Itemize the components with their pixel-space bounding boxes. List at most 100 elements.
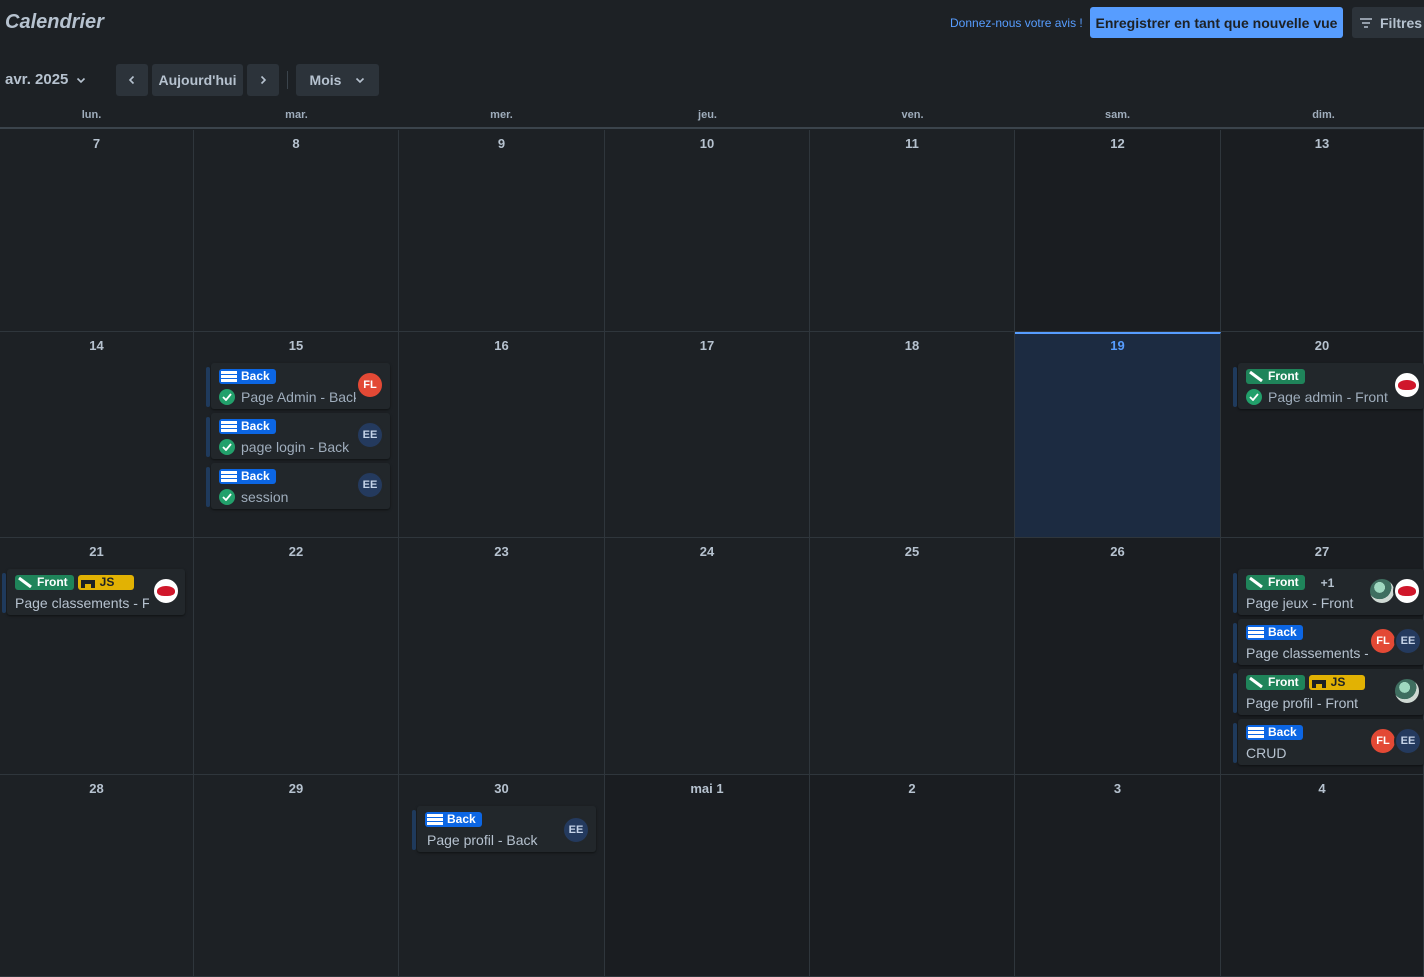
- day-cell[interactable]: 26: [1015, 538, 1221, 775]
- day-cell[interactable]: 25: [810, 538, 1015, 775]
- label-text: Front: [1268, 575, 1299, 589]
- day-cell[interactable]: 28: [0, 775, 194, 977]
- day-cell[interactable]: 4: [1221, 775, 1424, 977]
- card-labels: Front +1: [1246, 575, 1334, 590]
- day-number: 8: [292, 136, 300, 151]
- member-avatar[interactable]: FL: [356, 371, 384, 399]
- day-cell[interactable]: 13: [1221, 130, 1424, 332]
- card-title: session: [241, 489, 289, 505]
- day-cell[interactable]: mai 1: [605, 775, 810, 977]
- day-cell[interactable]: 8: [194, 130, 399, 332]
- member-avatar[interactable]: EE: [356, 421, 384, 449]
- label-text: Front: [37, 575, 68, 589]
- day-cell[interactable]: 22: [194, 538, 399, 775]
- day-cell[interactable]: 9: [399, 130, 605, 332]
- day-cell[interactable]: 10: [605, 130, 810, 332]
- label-text: Back: [241, 419, 270, 433]
- server-icon: [221, 421, 237, 432]
- card[interactable]: Back Page Admin - Back FL: [206, 363, 390, 409]
- day-cell[interactable]: 23: [399, 538, 605, 775]
- label-back[interactable]: Back: [1246, 725, 1303, 740]
- save-as-new-view-button[interactable]: Enregistrer en tant que nouvelle vue: [1090, 7, 1343, 38]
- weekday-label: lun.: [81, 109, 102, 121]
- label-back[interactable]: Back: [219, 419, 276, 434]
- label-js[interactable]: JS: [77, 575, 134, 590]
- label-front[interactable]: Front: [15, 575, 74, 590]
- card[interactable]: Back Page classements - FL EE: [1233, 619, 1424, 665]
- chevron-down-icon: [77, 77, 86, 83]
- month-picker[interactable]: avr. 2025: [5, 63, 86, 96]
- day-cell[interactable]: 12: [1015, 130, 1221, 332]
- label-js[interactable]: JS: [1308, 675, 1365, 690]
- header-bar: Calendrier Donnez-nous votre avis ! Enre…: [0, 0, 1424, 46]
- card[interactable]: Back Page profil - Back EE: [412, 806, 596, 852]
- day-number: 27: [1314, 544, 1330, 559]
- day-number: 18: [904, 338, 920, 353]
- member-avatar[interactable]: FL: [1369, 627, 1397, 655]
- weekday-label: sam.: [1104, 109, 1131, 121]
- card[interactable]: Back CRUD FL EE: [1233, 719, 1424, 765]
- view-selector[interactable]: Mois: [296, 64, 379, 96]
- day-cell[interactable]: 17: [605, 332, 810, 538]
- day-cell[interactable]: 14: [0, 332, 194, 538]
- day-number: 2: [908, 781, 916, 796]
- member-avatar[interactable]: EE: [1394, 727, 1422, 755]
- day-cell[interactable]: 24: [605, 538, 810, 775]
- label-text: Back: [241, 369, 270, 383]
- label-back[interactable]: Back: [219, 369, 276, 384]
- member-avatar-photo[interactable]: [1393, 677, 1421, 705]
- previous-month-button[interactable]: [116, 64, 148, 96]
- day-cell[interactable]: 16: [399, 332, 605, 538]
- card[interactable]: Back page login - Back EE: [206, 413, 390, 459]
- member-avatar[interactable]: EE: [1394, 627, 1422, 655]
- card-title: Page jeux - Front: [1246, 595, 1354, 611]
- brush-icon: [1249, 677, 1263, 688]
- card[interactable]: Front Page admin - Front: [1233, 363, 1424, 409]
- feedback-link[interactable]: Donnez-nous votre avis !: [950, 16, 1083, 30]
- label-front[interactable]: Front: [1246, 369, 1305, 384]
- day-number: 21: [89, 544, 104, 559]
- card[interactable]: Back session EE: [206, 463, 390, 509]
- member-avatar[interactable]: FL: [1369, 727, 1397, 755]
- day-number: 28: [89, 781, 104, 796]
- member-avatar-photo[interactable]: [1368, 577, 1396, 605]
- label-text: JS: [99, 575, 115, 589]
- member-avatar-logo[interactable]: [152, 577, 180, 605]
- brush-icon: [18, 577, 32, 588]
- filters-button[interactable]: Filtres: [1352, 7, 1424, 38]
- day-number: 9: [497, 136, 506, 151]
- next-month-button[interactable]: [247, 64, 279, 96]
- month-grid: 7 8 9 10 11 12 13 14 15 16 17 18 19 20 2…: [0, 130, 1424, 977]
- day-number: 10: [699, 136, 715, 151]
- day-number: 26: [1110, 544, 1125, 559]
- member-avatar-logo[interactable]: [1393, 371, 1421, 399]
- weekday-label: ven.: [901, 109, 924, 121]
- day-cell[interactable]: 2: [810, 775, 1015, 977]
- chevron-left-icon: [128, 75, 135, 85]
- card[interactable]: Front JS Page profil - Front: [1233, 669, 1424, 715]
- calendar-toolbar: avr. 2025 Aujourd'hui Mois: [0, 63, 400, 96]
- day-cell[interactable]: 7: [0, 130, 194, 332]
- day-cell[interactable]: 18: [810, 332, 1015, 538]
- day-number: 22: [288, 544, 304, 559]
- day-number: mai 1: [690, 781, 724, 796]
- card[interactable]: Front JS Page classements - Fr: [2, 569, 185, 615]
- card-labels: Back: [219, 369, 276, 384]
- member-avatar[interactable]: EE: [562, 816, 590, 844]
- card[interactable]: Front +1 Page jeux - Front: [1233, 569, 1424, 615]
- day-cell[interactable]: 29: [194, 775, 399, 977]
- label-front[interactable]: Front: [1246, 675, 1305, 690]
- label-front[interactable]: Front: [1246, 575, 1305, 590]
- label-back[interactable]: Back: [425, 812, 482, 827]
- filters-label: Filtres: [1380, 14, 1423, 31]
- member-avatar-logo[interactable]: [1393, 577, 1421, 605]
- label-back[interactable]: Back: [219, 469, 276, 484]
- day-cell[interactable]: 3: [1015, 775, 1221, 977]
- label-back[interactable]: Back: [1246, 625, 1303, 640]
- today-button[interactable]: Aujourd'hui: [152, 64, 243, 96]
- day-cell[interactable]: 11: [810, 130, 1015, 332]
- bridge-icon: [80, 580, 95, 588]
- more-labels-count[interactable]: +1: [1321, 576, 1335, 590]
- day-cell-today[interactable]: 19: [1015, 332, 1221, 538]
- member-avatar[interactable]: EE: [356, 471, 384, 499]
